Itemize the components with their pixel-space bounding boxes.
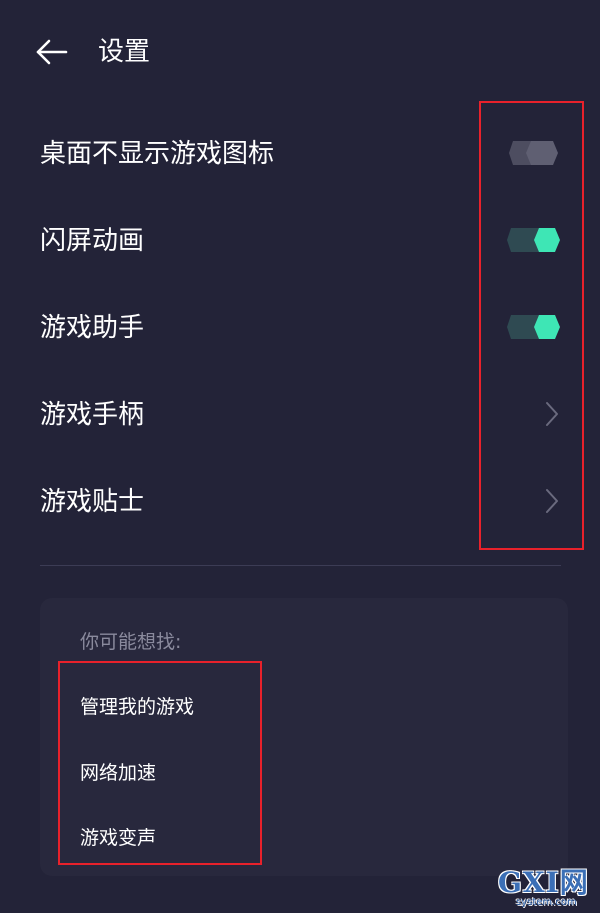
page-title: 设置 [98, 37, 151, 67]
link-manage-my-games[interactable]: 管理我的游戏 [80, 693, 194, 721]
suggestions-title: 你可能想找: [80, 631, 182, 653]
watermark-text: GXI网 [498, 866, 589, 899]
setting-row-gamepad[interactable]: 游戏手柄 [0, 371, 600, 458]
back-button[interactable] [32, 34, 72, 70]
setting-label: 桌面不显示游戏图标 [40, 139, 275, 169]
setting-row-splash-animation[interactable]: 闪屏动画 [0, 197, 600, 284]
settings-list: 桌面不显示游戏图标 闪屏动画 游戏助手 游戏手柄 游戏贴士 [0, 110, 600, 545]
setting-row-game-tips[interactable]: 游戏贴士 [0, 458, 600, 545]
link-voice-changer[interactable]: 游戏变声 [80, 824, 156, 852]
watermark-subtext: system.com [516, 897, 577, 908]
link-network-boost[interactable]: 网络加速 [80, 759, 156, 787]
setting-label: 游戏手柄 [40, 400, 145, 430]
watermark-logo: GXI网 system.com [498, 866, 596, 912]
setting-label: 闪屏动画 [40, 226, 145, 256]
arrow-left-icon [36, 39, 68, 65]
top-bar: 设置 [0, 0, 600, 104]
hide-desktop-icon-toggle[interactable] [504, 140, 562, 166]
setting-row-game-assistant[interactable]: 游戏助手 [0, 284, 600, 371]
setting-label: 游戏助手 [40, 313, 145, 343]
game-assistant-toggle[interactable] [504, 314, 562, 340]
setting-row-hide-desktop-icon[interactable]: 桌面不显示游戏图标 [0, 110, 600, 197]
setting-label: 游戏贴士 [40, 487, 145, 517]
chevron-right-icon [544, 488, 560, 514]
divider [40, 565, 561, 566]
splash-animation-toggle[interactable] [504, 227, 562, 253]
chevron-right-icon [544, 401, 560, 427]
